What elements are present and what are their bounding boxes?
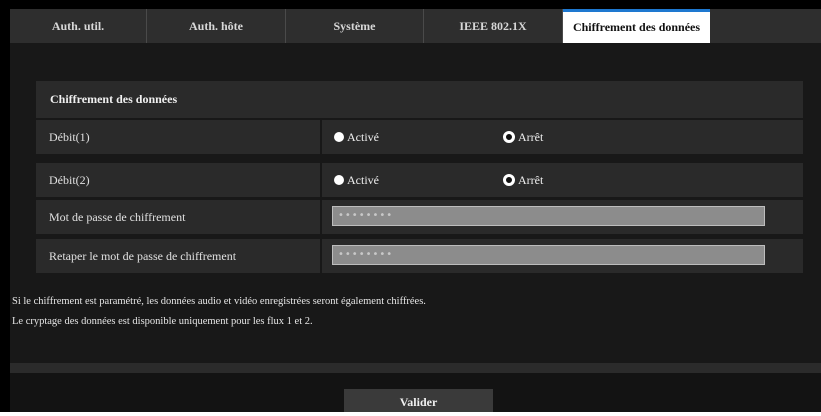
tab-ieee-8021x[interactable]: IEEE 802.1X [424, 9, 563, 43]
password-field[interactable]: •••••••• [332, 206, 765, 226]
row-label: Retaper le mot de passe de chiffrement [36, 239, 320, 273]
row-label: Débit(1) [36, 120, 320, 154]
radio-label: Activé [347, 130, 379, 144]
radio-unselected-icon [334, 175, 344, 185]
row-value: •••••••• [322, 200, 803, 234]
radio-label: Arrêt [518, 130, 544, 144]
debit1-radio-active[interactable]: Activé [334, 120, 379, 154]
radio-label: Activé [347, 173, 379, 187]
row-label: Mot de passe de chiffrement [36, 200, 320, 234]
tab-systeme[interactable]: Système [286, 9, 424, 43]
row-password-confirm: Retaper le mot de passe de chiffrement •… [36, 239, 803, 273]
row-value: Activé Arrêt [322, 163, 803, 197]
row-debit2: Débit(2) Activé Arrêt [36, 163, 803, 197]
debit1-radio-off[interactable]: Arrêt [503, 120, 543, 154]
radio-unselected-icon [334, 132, 344, 142]
row-value: •••••••• [322, 239, 803, 273]
radio-label: Arrêt [518, 173, 544, 187]
tab-auth-util[interactable]: Auth. util. [10, 9, 147, 43]
debit2-radio-active[interactable]: Activé [334, 163, 379, 197]
tab-bar: Auth. util. Auth. hôte Système IEEE 802.… [10, 9, 821, 43]
radio-selected-icon [503, 174, 515, 186]
row-password: Mot de passe de chiffrement •••••••• [36, 200, 803, 234]
row-value: Activé Arrêt [322, 120, 803, 154]
info-note-1: Si le chiffrement est paramétré, les don… [12, 296, 426, 307]
tab-chiffrement-donnees[interactable]: Chiffrement des données [563, 9, 710, 43]
password-confirm-field[interactable]: •••••••• [332, 245, 765, 265]
section-title: Chiffrement des données [36, 81, 803, 118]
submit-button[interactable]: Valider [344, 389, 493, 412]
radio-selected-icon [503, 131, 515, 143]
tab-auth-hote[interactable]: Auth. hôte [147, 9, 286, 43]
app-frame: Auth. util. Auth. hôte Système IEEE 802.… [0, 0, 821, 412]
debit2-radio-off[interactable]: Arrêt [503, 163, 543, 197]
info-note-2: Le cryptage des données est disponible u… [12, 316, 313, 327]
panel-divider [10, 363, 821, 373]
row-debit1: Débit(1) Activé Arrêt [36, 120, 803, 154]
row-label: Débit(2) [36, 163, 320, 197]
